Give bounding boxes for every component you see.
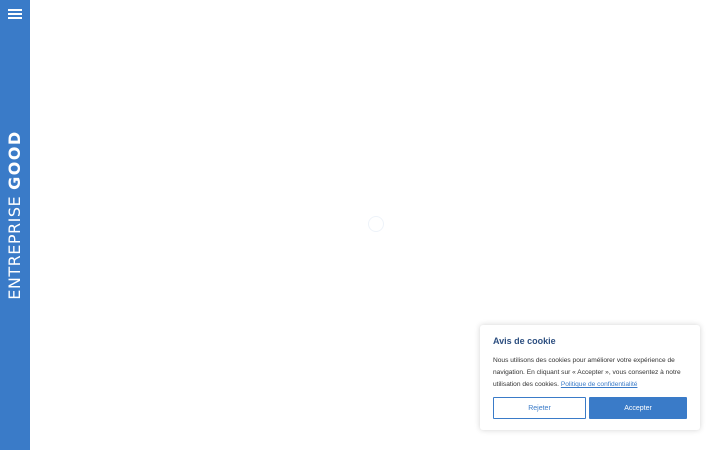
brand-logo[interactable]: ENTREPRISE GOOD: [5, 130, 24, 300]
sidebar: ENTREPRISE GOOD: [0, 0, 30, 450]
logo-word-entreprise: ENTREPRISE: [5, 195, 24, 300]
cookie-message: Nous utilisons des cookies pour améliore…: [493, 355, 687, 391]
cookie-buttons: Rejeter Accepter: [493, 397, 687, 419]
menu-bar: [8, 13, 22, 15]
loading-spinner-icon: [368, 216, 384, 232]
hamburger-menu-icon[interactable]: [8, 8, 22, 20]
logo-word-good: GOOD: [5, 130, 24, 190]
cookie-banner: Avis de cookie Nous utilisons des cookie…: [480, 325, 700, 430]
menu-bar: [8, 17, 22, 19]
accept-button[interactable]: Accepter: [589, 397, 687, 419]
menu-bar: [8, 9, 22, 11]
cookie-title: Avis de cookie: [493, 336, 556, 346]
privacy-policy-link[interactable]: Politique de confidentialité: [561, 381, 638, 388]
reject-button[interactable]: Rejeter: [493, 397, 586, 419]
